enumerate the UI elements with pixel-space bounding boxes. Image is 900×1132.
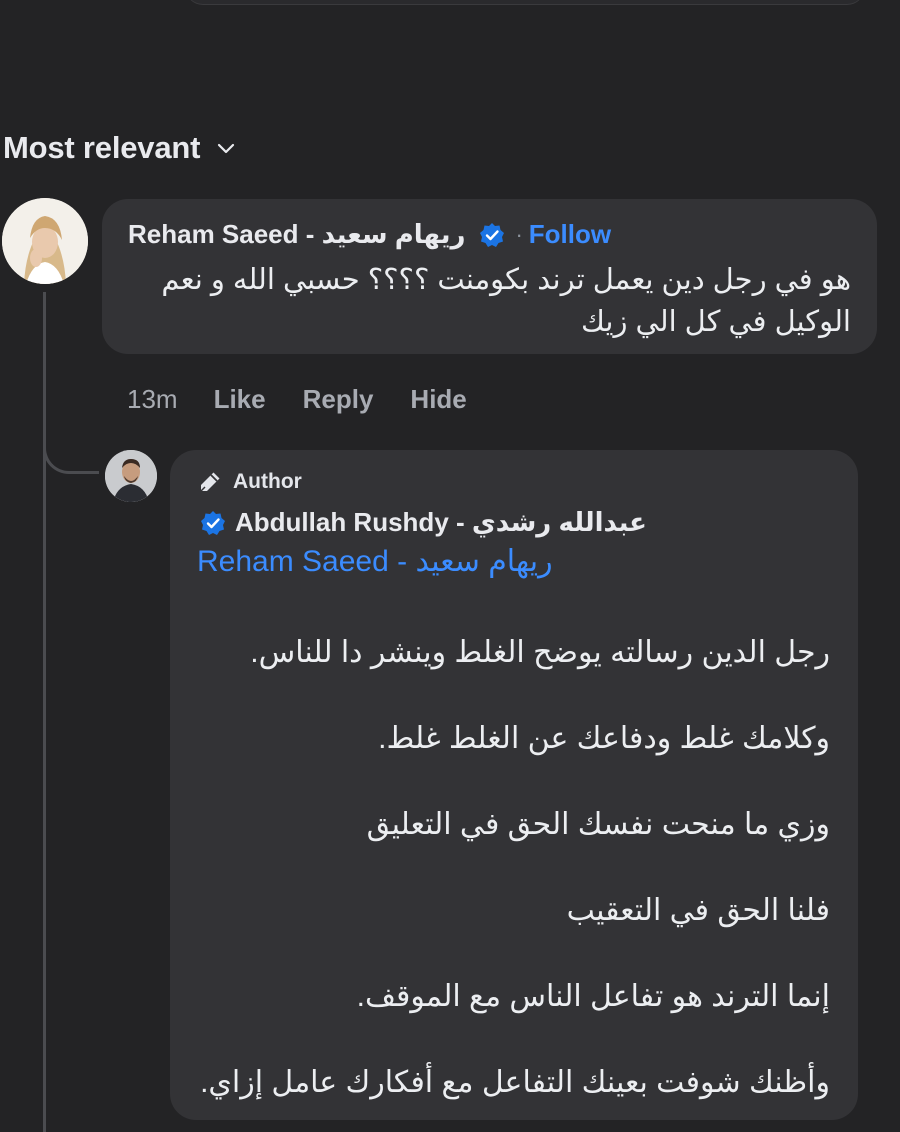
sort-selector[interactable]: Most relevant xyxy=(3,130,236,166)
avatar[interactable] xyxy=(2,198,88,284)
chevron-down-icon xyxy=(218,143,235,154)
reply-text-line: وأظنك شوفت بعينك التفاعل مع أفكارك عامل … xyxy=(200,1066,830,1099)
author-badge-label: Author xyxy=(233,470,302,493)
previous-post-card-edge xyxy=(185,0,865,4)
separator-dot: · xyxy=(515,221,523,247)
reply-bubble: Author Abdullah Rushdy - عبدالله رشدي Re… xyxy=(170,450,858,1120)
pencil-icon xyxy=(200,472,220,492)
reply-text-line: وزي ما منحت نفسك الحق في التعليق xyxy=(366,808,830,841)
profile-photo-icon xyxy=(105,450,157,502)
comment-actions: 13m Like Reply Hide xyxy=(127,384,504,415)
reply-text-line: إنما الترند هو تفاعل الناس مع الموقف. xyxy=(356,980,830,1013)
avatar[interactable] xyxy=(105,450,157,502)
hide-button[interactable]: Hide xyxy=(410,384,466,415)
reply-author-name[interactable]: Abdullah Rushdy - عبدالله رشدي xyxy=(235,507,647,538)
verified-badge-icon xyxy=(201,510,225,535)
thread-connector-curve xyxy=(43,410,99,474)
author-badge: Author xyxy=(198,470,302,494)
sort-label: Most relevant xyxy=(3,130,201,165)
profile-photo-icon xyxy=(2,198,88,284)
comment-author-name[interactable]: Reham Saeed - ريهام سعيد xyxy=(128,219,465,250)
reply-text-line: فلنا الحق في التعقيب xyxy=(566,894,830,927)
reply-text-line: رجل الدين رسالته يوضح الغلط وينشر دا للن… xyxy=(250,636,830,669)
verified-badge-icon xyxy=(480,222,505,247)
comment-timestamp[interactable]: 13m xyxy=(127,384,178,415)
reply-button[interactable]: Reply xyxy=(303,384,374,415)
mention-link[interactable]: Reham Saeed - ريهام سعيد xyxy=(197,544,553,579)
reply-text-line: وكلامك غلط ودفاعك عن الغلط غلط. xyxy=(378,722,830,755)
comment-text: هو في رجل دين يعمل ترند بكومنت ؟؟؟؟ حسبي… xyxy=(161,264,851,338)
follow-button[interactable]: Follow xyxy=(529,219,611,250)
comment-bubble: Reham Saeed - ريهام سعيد · Follow هو في … xyxy=(102,199,877,354)
like-button[interactable]: Like xyxy=(214,384,266,415)
